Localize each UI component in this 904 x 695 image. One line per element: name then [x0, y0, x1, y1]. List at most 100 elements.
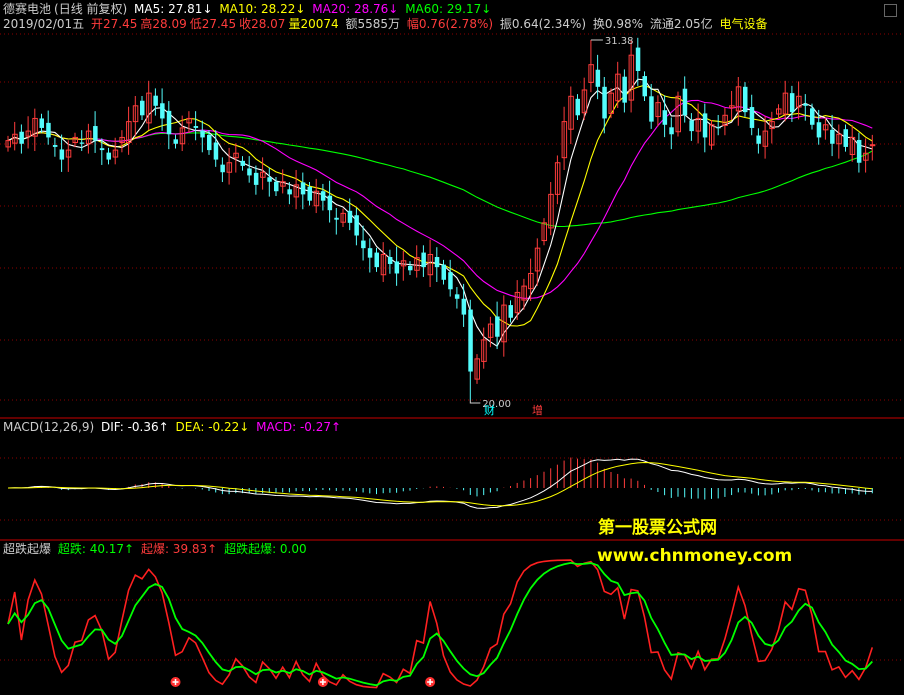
candle-body — [106, 152, 111, 160]
candlesticks[interactable] — [5, 37, 876, 400]
candle-body — [743, 86, 748, 113]
macd-panel — [7, 457, 873, 509]
chaodie-label: 超跌: 40.17↑ — [57, 542, 135, 556]
candle-body — [461, 298, 467, 315]
candle-body — [869, 144, 876, 147]
candle-body — [434, 257, 440, 268]
candle-body — [200, 130, 205, 138]
candle-body — [394, 261, 400, 274]
candle-body — [207, 134, 212, 151]
qibao-label: 起爆: 39.83↑ — [140, 542, 218, 556]
ma60-label: MA60: 29.17↓ — [405, 2, 492, 16]
candle-body — [856, 139, 862, 163]
candle-body — [287, 189, 292, 195]
turnover-label: 换0.98% — [592, 17, 644, 31]
stock-chart[interactable]: 20.0031.38财增 — [0, 0, 904, 695]
candle-body — [307, 186, 312, 201]
candle-body — [387, 257, 393, 264]
candle-body — [347, 210, 353, 223]
ma20-line — [7, 99, 873, 299]
dea-line — [7, 461, 873, 507]
high-marker-label: 31.38 — [605, 36, 634, 47]
dea-label: DEA: -0.22↓ — [175, 420, 250, 434]
event-label-zeng: 增 — [532, 403, 543, 417]
candle-body — [166, 110, 172, 135]
candle-body — [495, 316, 500, 337]
amplitude-label: 振0.64(2.34%) — [499, 17, 587, 31]
candle-body — [93, 126, 98, 141]
candle-body — [716, 127, 721, 129]
watermark-url: www.chnmoney.com — [597, 546, 793, 566]
candle-body — [468, 309, 473, 372]
candle-body — [213, 142, 219, 160]
ma10-label: MA10: 28.22↓ — [219, 2, 306, 16]
candle-body — [816, 122, 822, 138]
date-label: 2019/02/01五 — [3, 17, 85, 31]
low-marker-line — [469, 400, 481, 404]
candle-body — [602, 86, 607, 119]
settings-icon[interactable] — [884, 4, 897, 17]
candle-body — [595, 69, 601, 87]
candle-body — [79, 142, 85, 144]
candle-body — [374, 252, 379, 268]
candle-body — [642, 76, 647, 97]
header-row-2: 2019/02/01五 开27.45 高28.09 低27.45 收28.07 量200… — [3, 17, 770, 32]
event-label-cai: 财 — [484, 403, 495, 417]
candle-body — [662, 110, 668, 125]
candle-body — [408, 265, 413, 271]
float-label: 流通2.05亿 — [649, 17, 713, 31]
candle-body — [220, 164, 225, 173]
candle-body — [789, 93, 795, 113]
candle-body — [247, 168, 252, 176]
candle-body — [843, 129, 848, 147]
candle-body — [253, 172, 259, 185]
dif-line — [7, 458, 873, 509]
open-label: 开27.45 — [91, 17, 138, 31]
candle-body — [173, 139, 178, 144]
candle-body — [160, 103, 165, 119]
candle-body — [454, 294, 460, 299]
candle-body — [508, 305, 513, 318]
candle-body — [669, 127, 674, 135]
candle-body — [240, 160, 245, 166]
indicator-panel — [7, 559, 874, 689]
candle-body — [448, 272, 453, 290]
candle-body — [267, 177, 272, 182]
period-label: (日线 前复权) — [54, 2, 128, 16]
macd-value-label: MACD: -0.27↑ — [256, 420, 342, 434]
qibao-line — [7, 559, 874, 689]
candle-body — [421, 252, 426, 268]
candle-body — [749, 107, 755, 128]
high-label: 高28.09 — [140, 17, 187, 31]
chaodie-qibao-label: 超跌起爆: 0.00 — [224, 542, 307, 556]
candle-body — [803, 103, 808, 106]
stock-name[interactable]: 德赛电池 — [3, 2, 51, 16]
candle-body — [756, 135, 761, 144]
indicator-header: 超跌起爆 超跌: 40.17↑ 起爆: 39.83↑ 超跌起爆: 0.00 — [3, 542, 310, 557]
candle-body — [635, 47, 641, 72]
candle-body — [46, 122, 51, 138]
indicator-title: 超跌起爆 — [3, 542, 52, 556]
candle-body — [19, 131, 24, 144]
candle-body — [441, 264, 446, 280]
candle-body — [361, 240, 366, 249]
candle-body — [300, 182, 306, 195]
candle-body — [193, 126, 199, 128]
candle-body — [702, 113, 708, 138]
header-row-1: 德赛电池 (日线 前复权) MA5: 27.81↓ MA10: 28.22↓ MA… — [3, 2, 494, 17]
candle-body — [682, 88, 688, 116]
ma60-line — [7, 132, 873, 228]
candle-body — [810, 108, 815, 125]
candle-body — [99, 148, 105, 151]
amount-label: 额5585万 — [345, 17, 400, 31]
candle-body — [320, 191, 326, 201]
candle-body — [140, 100, 145, 116]
candle-body — [153, 95, 158, 106]
candle-body — [59, 149, 65, 160]
candle-body — [334, 217, 339, 220]
dif-label: DIF: -0.36↑ — [100, 420, 169, 434]
macd-header: MACD(12,26,9) DIF: -0.36↑ DEA: -0.22↓ MA… — [3, 420, 344, 435]
candle-body — [622, 76, 627, 103]
candle-body — [367, 248, 373, 258]
candle-body — [52, 145, 58, 147]
